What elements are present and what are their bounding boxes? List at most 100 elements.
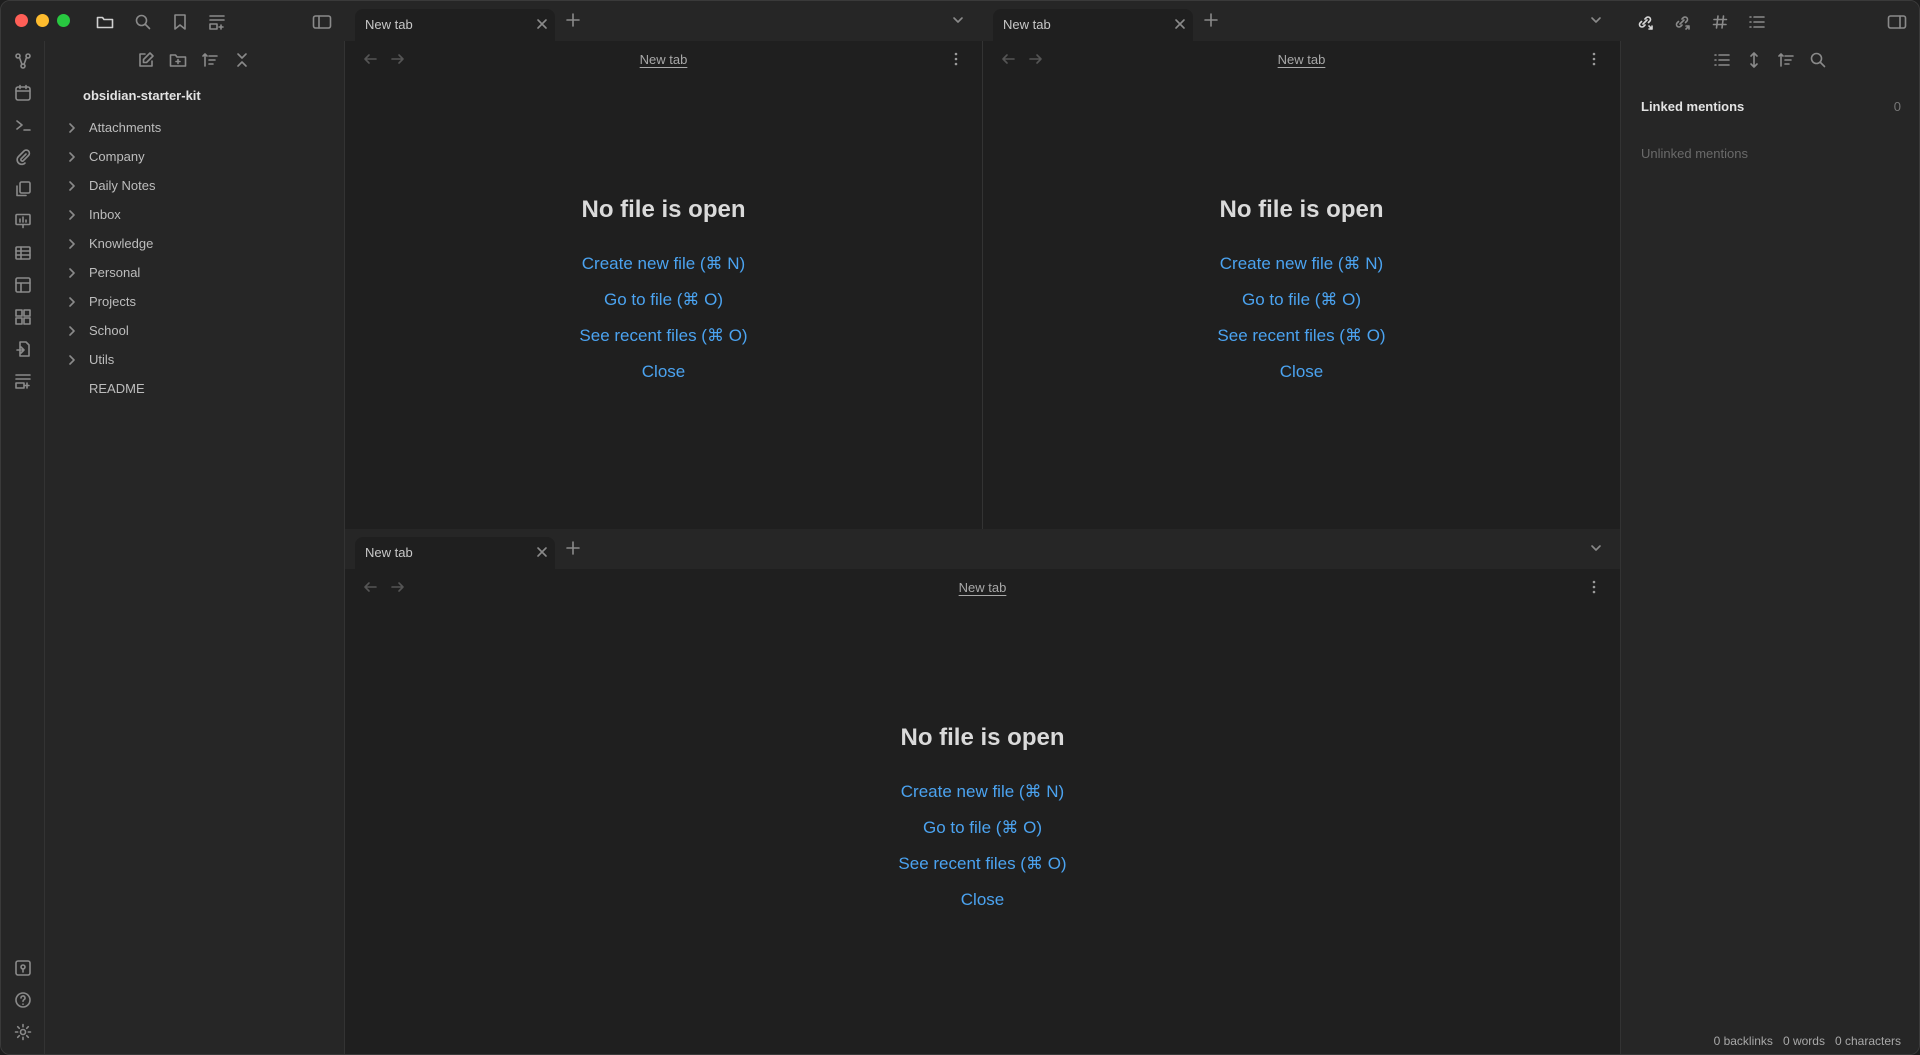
folder-item[interactable]: Daily Notes: [65, 171, 335, 200]
extensions-icon[interactable]: [13, 307, 33, 327]
close-link[interactable]: Close: [345, 882, 1620, 918]
tab-new-tab[interactable]: New tab: [355, 9, 555, 41]
new-folder-icon[interactable]: [169, 51, 191, 73]
copy-icon[interactable]: [13, 179, 33, 199]
right-sidebar-toggle-icon[interactable]: [1886, 11, 1908, 33]
folder-item[interactable]: Inbox: [65, 200, 335, 229]
go-to-file-link[interactable]: Go to file (⌘ O): [345, 810, 1620, 846]
chevron-right-icon: [65, 180, 79, 191]
plus-icon[interactable]: [565, 12, 581, 28]
view-title[interactable]: New tab: [983, 52, 1620, 67]
empty-title: No file is open: [581, 196, 746, 223]
app-window: obsidian-starter-kit Attachments Company…: [0, 0, 1920, 1055]
outline-icon[interactable]: [1746, 11, 1768, 33]
sort-icon[interactable]: [201, 51, 223, 73]
empty-state: No file is open Create new file (⌘ N) Go…: [345, 724, 1620, 918]
export-icon[interactable]: [13, 339, 33, 359]
chevron-down-icon[interactable]: [951, 13, 965, 27]
folder-item[interactable]: Attachments: [65, 113, 335, 142]
settings-icon[interactable]: [13, 1022, 33, 1042]
create-new-file-link[interactable]: Create new file (⌘ N): [983, 246, 1620, 282]
see-recent-files-link[interactable]: See recent files (⌘ O): [345, 846, 1620, 882]
view-header: New tab: [983, 41, 1620, 77]
table-icon[interactable]: [13, 243, 33, 263]
see-recent-files-link[interactable]: See recent files (⌘ O): [983, 318, 1620, 354]
folder-label: Projects: [89, 294, 136, 309]
more-options-icon[interactable]: [1592, 52, 1596, 66]
new-note-icon[interactable]: [137, 51, 159, 73]
folder-item[interactable]: Projects: [65, 287, 335, 316]
create-new-file-link[interactable]: Create new file (⌘ N): [345, 774, 1620, 810]
maximize-window-button[interactable]: [57, 14, 70, 27]
view-title[interactable]: New tab: [345, 580, 1620, 595]
file-explorer: obsidian-starter-kit Attachments Company…: [45, 41, 345, 1054]
tab-new-tab[interactable]: New tab: [355, 537, 555, 569]
tags-icon[interactable]: [1709, 11, 1731, 33]
paperclip-icon[interactable]: [13, 147, 33, 167]
minimize-window-button[interactable]: [36, 14, 49, 27]
backlinks-icon[interactable]: [1634, 11, 1656, 33]
close-link[interactable]: Close: [983, 354, 1620, 390]
vault-icon[interactable]: [13, 958, 33, 978]
chevron-down-icon[interactable]: [1589, 13, 1603, 27]
close-icon[interactable]: [1173, 17, 1187, 31]
terminal-icon[interactable]: [13, 115, 33, 135]
plus-icon[interactable]: [1203, 12, 1219, 28]
layout-icon[interactable]: [13, 275, 33, 295]
folder-item[interactable]: Utils: [65, 345, 335, 374]
linked-mentions-count: 0: [1893, 99, 1901, 114]
help-icon[interactable]: [13, 990, 33, 1010]
create-new-file-link[interactable]: Create new file (⌘ N): [345, 246, 982, 282]
folder-item[interactable]: Company: [65, 142, 335, 171]
folder-item[interactable]: School: [65, 316, 335, 345]
tab-bar: New tab: [983, 1, 1620, 41]
outgoing-links-icon[interactable]: [1671, 11, 1693, 33]
folder-label: Knowledge: [89, 236, 154, 251]
sort-icon[interactable]: [1777, 51, 1795, 69]
tab-new-tab[interactable]: New tab: [993, 9, 1193, 41]
collapse-all-icon[interactable]: [233, 51, 255, 73]
go-to-file-link[interactable]: Go to file (⌘ O): [983, 282, 1620, 318]
folder-label: Inbox: [89, 207, 121, 222]
calendar-icon[interactable]: [13, 83, 33, 103]
close-link[interactable]: Close: [345, 354, 982, 390]
close-icon[interactable]: [535, 545, 549, 559]
chevron-right-icon: [65, 354, 79, 365]
view-title[interactable]: New tab: [345, 52, 982, 67]
chevron-right-icon: [65, 296, 79, 307]
close-icon[interactable]: [535, 17, 549, 31]
search-icon[interactable]: [1809, 51, 1827, 69]
linked-mentions-header[interactable]: Linked mentions 0: [1641, 99, 1901, 114]
close-window-button[interactable]: [15, 14, 28, 27]
chevron-right-icon: [65, 325, 79, 336]
more-options-icon[interactable]: [1592, 580, 1596, 594]
character-count[interactable]: 0 characters: [1835, 1034, 1901, 1048]
more-options-icon[interactable]: [954, 52, 958, 66]
unlinked-mentions-header[interactable]: Unlinked mentions: [1641, 146, 1901, 161]
inbox-icon[interactable]: [13, 371, 33, 391]
see-recent-files-link[interactable]: See recent files (⌘ O): [345, 318, 982, 354]
list-view-icon[interactable]: [1713, 51, 1731, 69]
folder-label: Daily Notes: [89, 178, 156, 193]
folder-icon[interactable]: [94, 11, 116, 33]
word-count[interactable]: 0 words: [1783, 1034, 1825, 1048]
slides-icon[interactable]: [13, 211, 33, 231]
chevron-down-icon[interactable]: [1589, 541, 1603, 555]
new-tab-list-icon[interactable]: [206, 11, 228, 33]
bookmark-icon[interactable]: [169, 11, 191, 33]
empty-title: No file is open: [900, 724, 1065, 751]
folder-label: Company: [89, 149, 145, 164]
backlinks-count[interactable]: 0 backlinks: [1714, 1034, 1773, 1048]
plus-icon[interactable]: [565, 540, 581, 556]
vault-name[interactable]: obsidian-starter-kit: [83, 88, 201, 103]
editor-pane-top-right: New tab New tab No file is open Create n…: [983, 1, 1620, 529]
folder-item[interactable]: Knowledge: [65, 229, 335, 258]
file-item[interactable]: README: [65, 374, 335, 403]
folder-label: Personal: [89, 265, 141, 280]
expand-icon[interactable]: [1745, 51, 1763, 69]
sidebar-toggle-icon[interactable]: [311, 11, 333, 33]
graph-icon[interactable]: [13, 51, 33, 71]
search-icon[interactable]: [132, 11, 154, 33]
go-to-file-link[interactable]: Go to file (⌘ O): [345, 282, 982, 318]
folder-item[interactable]: Personal: [65, 258, 335, 287]
